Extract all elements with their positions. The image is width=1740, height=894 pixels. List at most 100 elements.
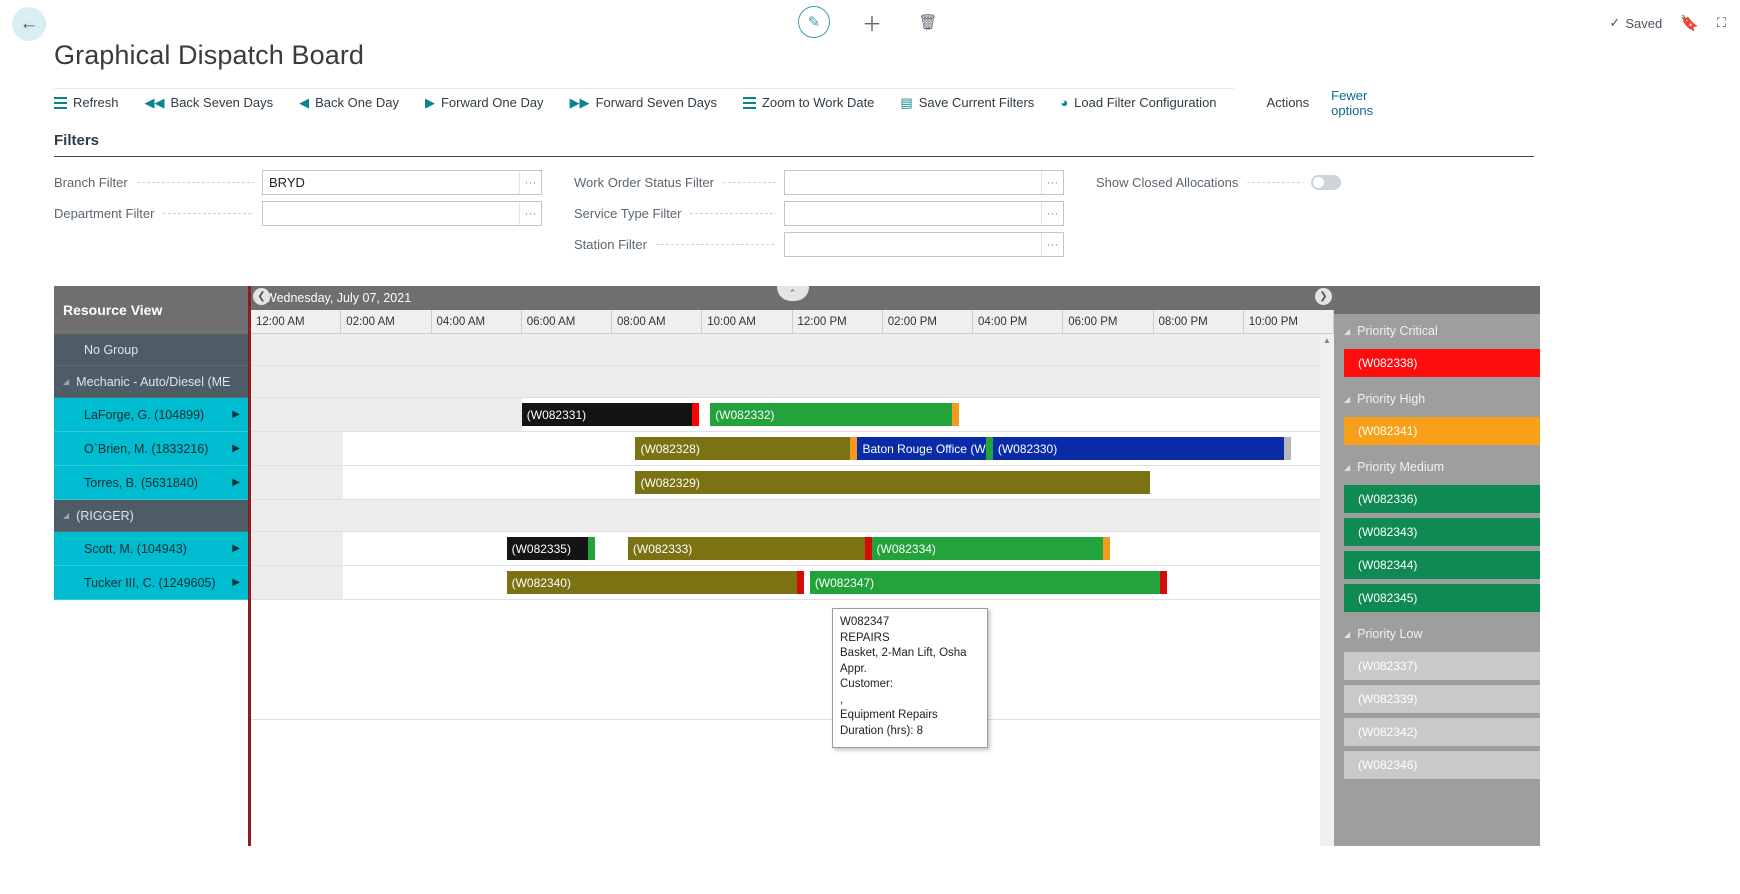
load-filter-configuration-button[interactable]: ◕ Load Filter Configuration [1060, 95, 1229, 110]
gantt-bar[interactable]: (W082335) [507, 537, 596, 560]
unassigned-work-order-bar[interactable]: (W082345) [1344, 584, 1540, 612]
timeline-vertical-scrollbar[interactable]: ▲ [1320, 334, 1334, 846]
unassigned-work-order-bar[interactable]: (W082339) [1344, 685, 1540, 713]
gantt-bar[interactable]: (W082334) [872, 537, 1110, 560]
resource-label: O`Brien, M. (1833216) [84, 442, 208, 456]
gantt-bar-label: (W082331) [527, 408, 586, 422]
gantt-bar-status-marker [865, 537, 872, 560]
saved-label: Saved [1625, 16, 1662, 31]
timeline-date-header: ❮ Wednesday, July 07, 2021 ❯ ⌃ [251, 286, 1334, 310]
priority-group-header[interactable]: ◢ Priority High [1334, 382, 1540, 416]
expand-resource-icon[interactable]: ▶ [232, 477, 240, 488]
collapse-triangle-icon[interactable]: ◢ [1344, 327, 1350, 336]
unassigned-work-order-bar[interactable]: (W082338) [1344, 349, 1540, 377]
forward-seven-days-button[interactable]: ▶▶ Forward Seven Days [570, 95, 730, 110]
collapse-triangle-icon[interactable]: ◢ [1344, 630, 1350, 639]
zoom-to-work-date-button[interactable]: Zoom to Work Date [743, 95, 887, 110]
resource-row[interactable]: Tucker III, C. (1249605)▶ [54, 566, 248, 600]
expand-resource-icon[interactable]: ▶ [232, 577, 240, 588]
hour-tick-label: 04:00 AM [432, 310, 522, 333]
priority-group-header[interactable]: ◢Priority Critical [1334, 314, 1540, 348]
show-closed-allocations-toggle[interactable] [1311, 175, 1341, 190]
gantt-bar[interactable]: (W082331) [522, 403, 700, 426]
unassigned-work-order-bar[interactable]: (W082337) [1344, 652, 1540, 680]
station-filter-input[interactable]: ··· [784, 232, 1064, 257]
show-closed-allocations-label: Show Closed Allocations [1096, 175, 1238, 190]
expand-icon[interactable]: ⛶ [1717, 15, 1726, 31]
command-label: Save Current Filters [919, 95, 1035, 110]
unassigned-work-order-bar[interactable]: (W082336) [1344, 485, 1540, 513]
gantt-bar[interactable]: (W082340) [507, 571, 805, 594]
row-tucker: (W082340) (W082347) [251, 566, 1334, 600]
refresh-button[interactable]: Refresh [54, 95, 132, 110]
back-one-day-button[interactable]: ◀ Back One Day [299, 95, 412, 110]
resource-group-row[interactable]: ◢Mechanic - Auto/Diesel (ME [54, 366, 248, 398]
priority-group-header[interactable]: ◢Priority Low [1334, 617, 1540, 651]
collapse-triangle-icon[interactable]: ◢ [63, 377, 69, 386]
resource-group-row[interactable]: No Group [54, 334, 248, 366]
gantt-bar[interactable]: (W082330) [993, 437, 1291, 460]
resource-row[interactable]: O`Brien, M. (1833216) ▶ [54, 432, 248, 466]
service-type-filter-input[interactable]: ··· [784, 201, 1064, 226]
back-seven-days-button[interactable]: ◀◀ Back Seven Days [145, 95, 287, 110]
resource-group-label: (RIGGER) [76, 509, 134, 523]
bookmark-icon[interactable]: 🔖 [1680, 14, 1699, 32]
ellipsis-icon[interactable]: ··· [519, 171, 541, 194]
ellipsis-icon[interactable]: ··· [1041, 202, 1063, 225]
load-config-icon: ◕ [1060, 96, 1068, 109]
collapse-triangle-icon[interactable]: ◢ [63, 511, 69, 520]
gantt-bar[interactable]: (W082329) [635, 471, 1149, 494]
gantt-bar[interactable]: (W082332) [710, 403, 959, 426]
ellipsis-icon[interactable]: ··· [519, 202, 541, 225]
gantt-bar[interactable]: (W082328) [635, 437, 857, 460]
trash-icon[interactable]: 🗑 [914, 8, 942, 36]
department-filter-input[interactable]: ··· [262, 201, 542, 226]
expand-resource-icon[interactable]: ▶ [232, 443, 240, 454]
scroll-up-icon[interactable]: ▲ [1323, 336, 1331, 345]
pencil-icon[interactable]: ✎ [798, 6, 830, 38]
collapse-toggle-icon[interactable]: ⌃ [777, 286, 809, 301]
actions-menu-button[interactable]: Actions [1267, 95, 1310, 110]
plus-icon[interactable]: ＋ [858, 8, 886, 36]
expand-resource-icon[interactable]: ▶ [232, 409, 240, 420]
gantt-bar-status-marker [1103, 537, 1110, 560]
gantt-bar[interactable]: (W082333) [628, 537, 872, 560]
ellipsis-icon[interactable]: ··· [1041, 233, 1063, 256]
unassigned-work-order-bar[interactable]: (W082342) [1344, 718, 1540, 746]
gantt-bar[interactable]: (W082347) [810, 571, 1167, 594]
resource-group-row[interactable]: ◢ (RIGGER) [54, 500, 248, 532]
divider [54, 156, 1534, 157]
work-order-status-filter-input[interactable]: ··· [784, 170, 1064, 195]
work-order-label: (W082338) [1358, 356, 1417, 370]
next-day-icon[interactable]: ❯ [1315, 288, 1332, 305]
gantt-bar-label: (W082333) [633, 542, 692, 556]
double-left-icon: ◀◀ [145, 96, 165, 109]
resource-row[interactable]: Scott, M. (104943)▶ [54, 532, 248, 566]
resource-row[interactable]: Torres, B. (5631840)▶ [54, 466, 248, 500]
work-order-label: (W082341) [1358, 424, 1417, 438]
priority-group-label: Priority High [1357, 392, 1425, 406]
expand-resource-icon[interactable]: ▶ [232, 543, 240, 554]
gantt-bar-label: (W082340) [512, 576, 571, 590]
right-icon: ▶ [425, 96, 435, 109]
prev-day-icon[interactable]: ❮ [253, 288, 270, 305]
collapse-triangle-icon[interactable]: ◢ [1344, 395, 1350, 404]
branch-filter-input[interactable]: BRYD ··· [262, 170, 542, 195]
ellipsis-icon[interactable]: ··· [1041, 171, 1063, 194]
hour-tick-label: 06:00 PM [1063, 310, 1153, 333]
collapse-triangle-icon[interactable]: ◢ [1344, 463, 1350, 472]
priority-group-header[interactable]: ◢Priority Medium [1334, 450, 1540, 484]
resource-row[interactable]: LaForge, G. (104899)▶ [54, 398, 248, 432]
unassigned-work-order-bar[interactable]: (W082344) [1344, 551, 1540, 579]
timeline-area: ❮ Wednesday, July 07, 2021 ❯ ⌃ 12:00 AM0… [248, 286, 1334, 846]
unassigned-work-order-bar[interactable]: (W082346) [1344, 751, 1540, 779]
unassigned-work-order-bar[interactable]: (W082341) [1344, 417, 1540, 445]
fewer-options-button[interactable]: Fewer options [1331, 88, 1373, 118]
gantt-bar[interactable]: Baton Rouge Office (W08 [857, 437, 992, 460]
priority-panel: ◢Priority Critical (W082338) ◢ Priority Hig… [1334, 286, 1540, 846]
unassigned-work-order-bar[interactable]: (W082343) [1344, 518, 1540, 546]
gantt-bar-status-marker [588, 537, 595, 560]
save-current-filters-button[interactable]: ▤ Save Current Filters [900, 95, 1047, 110]
tooltip-line: REPAIRS [840, 631, 981, 647]
forward-one-day-button[interactable]: ▶ Forward One Day [425, 95, 557, 110]
